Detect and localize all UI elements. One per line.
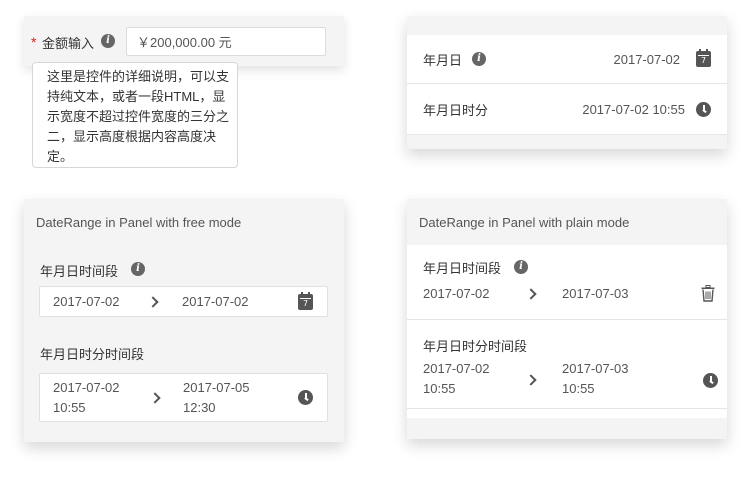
- date-info-icon[interactable]: i: [472, 52, 487, 66]
- amount-label: 金额输入: [42, 36, 95, 51]
- free-range2-start-date: 2017-07-02: [53, 380, 120, 395]
- range-arrow-icon: [149, 392, 161, 404]
- divider: [407, 319, 727, 320]
- calendar-day: 7: [302, 299, 309, 308]
- plain-range1-label: 年月日时间段: [423, 261, 502, 276]
- plain-panel-header: DateRange in Panel with plain mode: [407, 199, 727, 245]
- free-range2-start-time: 10:55: [53, 400, 86, 415]
- free-range2-label: 年月日时分时间段: [40, 347, 145, 362]
- calendar-icon[interactable]: 7: [298, 292, 313, 310]
- plain-panel-footer: [407, 418, 727, 439]
- clock-icon[interactable]: [703, 373, 718, 388]
- datetime-value: 2017-07-02 10:55: [582, 101, 685, 117]
- range-arrow-icon: [525, 374, 537, 386]
- free-range2-end[interactable]: 2017-07-05 12:30: [183, 378, 250, 418]
- plain-mode-panel: DateRange in Panel with plain mode 年月日时间…: [407, 199, 727, 439]
- amount-field-card: * 金额输入 i ￥200,000.00 元: [24, 16, 344, 66]
- datetime-row[interactable]: 年月日时分 2017-07-02 10:55: [407, 84, 727, 134]
- date-value: 2017-07-02: [613, 51, 681, 67]
- amount-tooltip: 这里是控件的详细说明，可以支持纯文本，或者一段HTML，显示宽度不超过控件宽度的…: [32, 62, 238, 168]
- plain-range1-start[interactable]: 2017-07-02: [423, 286, 490, 301]
- free-panel-title: DateRange in Panel with free mode: [36, 214, 242, 230]
- range-arrow-icon: [147, 296, 159, 308]
- clock-icon[interactable]: [696, 101, 711, 117]
- divider: [407, 408, 727, 409]
- plain-range1-info-icon[interactable]: i: [514, 260, 528, 274]
- datetime-label: 年月日时分: [423, 102, 489, 118]
- free-range2-start[interactable]: 2017-07-02 10:55: [53, 378, 120, 418]
- date-card-header: [407, 16, 727, 35]
- plain-range2-start-date: 2017-07-02: [423, 361, 490, 376]
- clock-icon[interactable]: [298, 390, 313, 405]
- plain-range2-start-time: 10:55: [423, 381, 456, 396]
- free-datetime-range-input[interactable]: 2017-07-02 10:55 2017-07-05 12:30: [39, 373, 328, 422]
- free-mode-panel: DateRange in Panel with free mode 年月日时间段…: [24, 199, 344, 442]
- required-mark: *: [31, 34, 37, 50]
- free-range2-end-time: 12:30: [183, 400, 216, 415]
- date-fields-card: 年月日 i 2017-07-02 7 年月日时分 2017-07-02 10:5…: [407, 16, 727, 149]
- plain-range2-end-time: 10:55: [562, 381, 595, 396]
- plain-range2-label: 年月日时分时间段: [423, 339, 528, 354]
- date-card-footer: [407, 135, 727, 149]
- plain-range2-start[interactable]: 2017-07-02 10:55: [423, 359, 490, 399]
- plain-range2-end[interactable]: 2017-07-03 10:55: [562, 359, 629, 399]
- calendar-icon[interactable]: 7: [696, 49, 711, 67]
- plain-panel-title: DateRange in Panel with plain mode: [419, 214, 630, 230]
- free-date-range-input[interactable]: 2017-07-02 2017-07-02 7: [39, 286, 328, 317]
- plain-range1-end[interactable]: 2017-07-03: [562, 286, 629, 301]
- free-range1-start[interactable]: 2017-07-02: [53, 294, 120, 309]
- tooltip-text: 这里是控件的详细说明，可以支持纯文本，或者一段HTML，显示宽度不超过控件宽度的…: [47, 69, 230, 164]
- amount-value: ￥200,000.00 元: [137, 35, 232, 50]
- date-label: 年月日: [423, 52, 463, 68]
- amount-info-icon[interactable]: i: [101, 34, 115, 48]
- amount-input[interactable]: ￥200,000.00 元: [126, 27, 326, 56]
- free-range1-label: 年月日时间段: [40, 264, 119, 279]
- free-panel-header: DateRange in Panel with free mode: [24, 199, 344, 245]
- trash-icon[interactable]: [701, 285, 715, 302]
- free-range1-end[interactable]: 2017-07-02: [182, 294, 249, 309]
- free-range2-end-date: 2017-07-05: [183, 380, 250, 395]
- range-arrow-icon: [525, 288, 537, 300]
- plain-range2-end-date: 2017-07-03: [562, 361, 629, 376]
- calendar-day: 7: [700, 56, 707, 65]
- free-range1-info-icon[interactable]: i: [131, 262, 145, 276]
- date-row[interactable]: 年月日 i 2017-07-02 7: [407, 35, 727, 83]
